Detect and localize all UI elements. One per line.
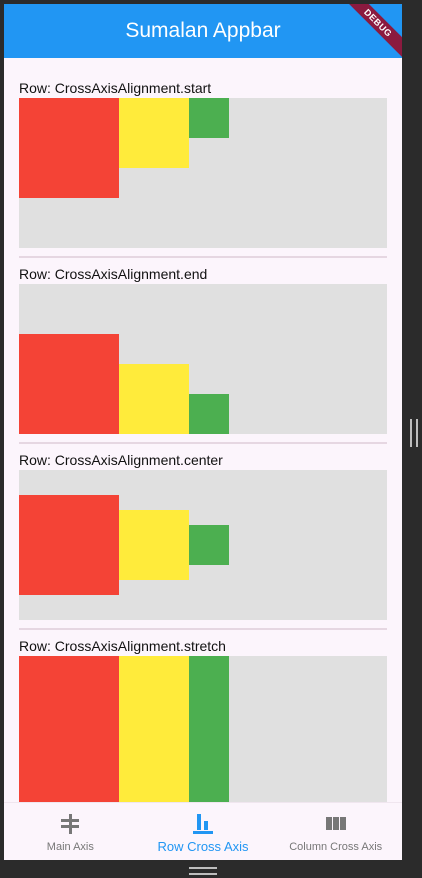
yellow-box <box>119 98 189 168</box>
nav-label: Row Cross Axis <box>157 839 249 854</box>
section-label: Row: CrossAxisAlignment.end <box>19 266 208 282</box>
device-frame: Sumalan Appbar DEBUG Row: CrossAxisAlign… <box>0 0 422 878</box>
green-box <box>189 394 229 434</box>
yellow-box <box>119 364 189 434</box>
section-label: Row: CrossAxisAlignment.start <box>19 80 212 96</box>
window-resize-handle-bottom[interactable] <box>189 867 217 875</box>
window-resize-handle-right[interactable] <box>410 419 418 447</box>
row-container-end <box>19 284 387 434</box>
section-stretch: Row: CrossAxisAlignment.stretch <box>19 636 387 802</box>
green-box <box>189 98 229 138</box>
nav-item-row-cross-axis[interactable]: Row Cross Axis <box>137 803 270 860</box>
main-axis-icon <box>58 812 82 834</box>
green-box <box>189 525 229 565</box>
divider <box>19 628 387 630</box>
app-screen: Sumalan Appbar DEBUG Row: CrossAxisAlign… <box>4 4 402 860</box>
section-label: Row: CrossAxisAlignment.center <box>19 452 223 468</box>
nav-label: Column Cross Axis <box>289 841 383 853</box>
red-box <box>19 98 119 198</box>
section-center: Row: CrossAxisAlignment.center <box>19 450 387 630</box>
green-box <box>189 656 229 802</box>
section-label: Row: CrossAxisAlignment.stretch <box>19 638 226 654</box>
nav-item-column-cross-axis[interactable]: Column Cross Axis <box>269 803 402 860</box>
content-scroll-area[interactable]: Row: CrossAxisAlignment.start Row: Cross… <box>4 58 402 802</box>
red-box <box>19 656 119 802</box>
red-box <box>19 334 119 434</box>
yellow-box <box>119 510 189 580</box>
section-end: Row: CrossAxisAlignment.end <box>19 264 387 444</box>
app-bar: Sumalan Appbar <box>4 4 402 58</box>
app-bar-title: Sumalan Appbar <box>125 19 281 42</box>
column-cross-axis-icon <box>324 812 348 834</box>
bottom-navigation-bar: Main Axis Row Cross Axis Column Cross Ax… <box>4 802 402 860</box>
divider <box>19 256 387 258</box>
section-start: Row: CrossAxisAlignment.start <box>19 78 387 258</box>
row-container-center <box>19 470 387 620</box>
row-container-start <box>19 98 387 248</box>
row-cross-axis-icon <box>191 812 215 834</box>
divider <box>19 442 387 444</box>
yellow-box <box>119 656 189 802</box>
nav-label: Main Axis <box>46 841 94 853</box>
red-box <box>19 495 119 595</box>
row-container-stretch <box>19 656 387 802</box>
nav-item-main-axis[interactable]: Main Axis <box>4 803 137 860</box>
